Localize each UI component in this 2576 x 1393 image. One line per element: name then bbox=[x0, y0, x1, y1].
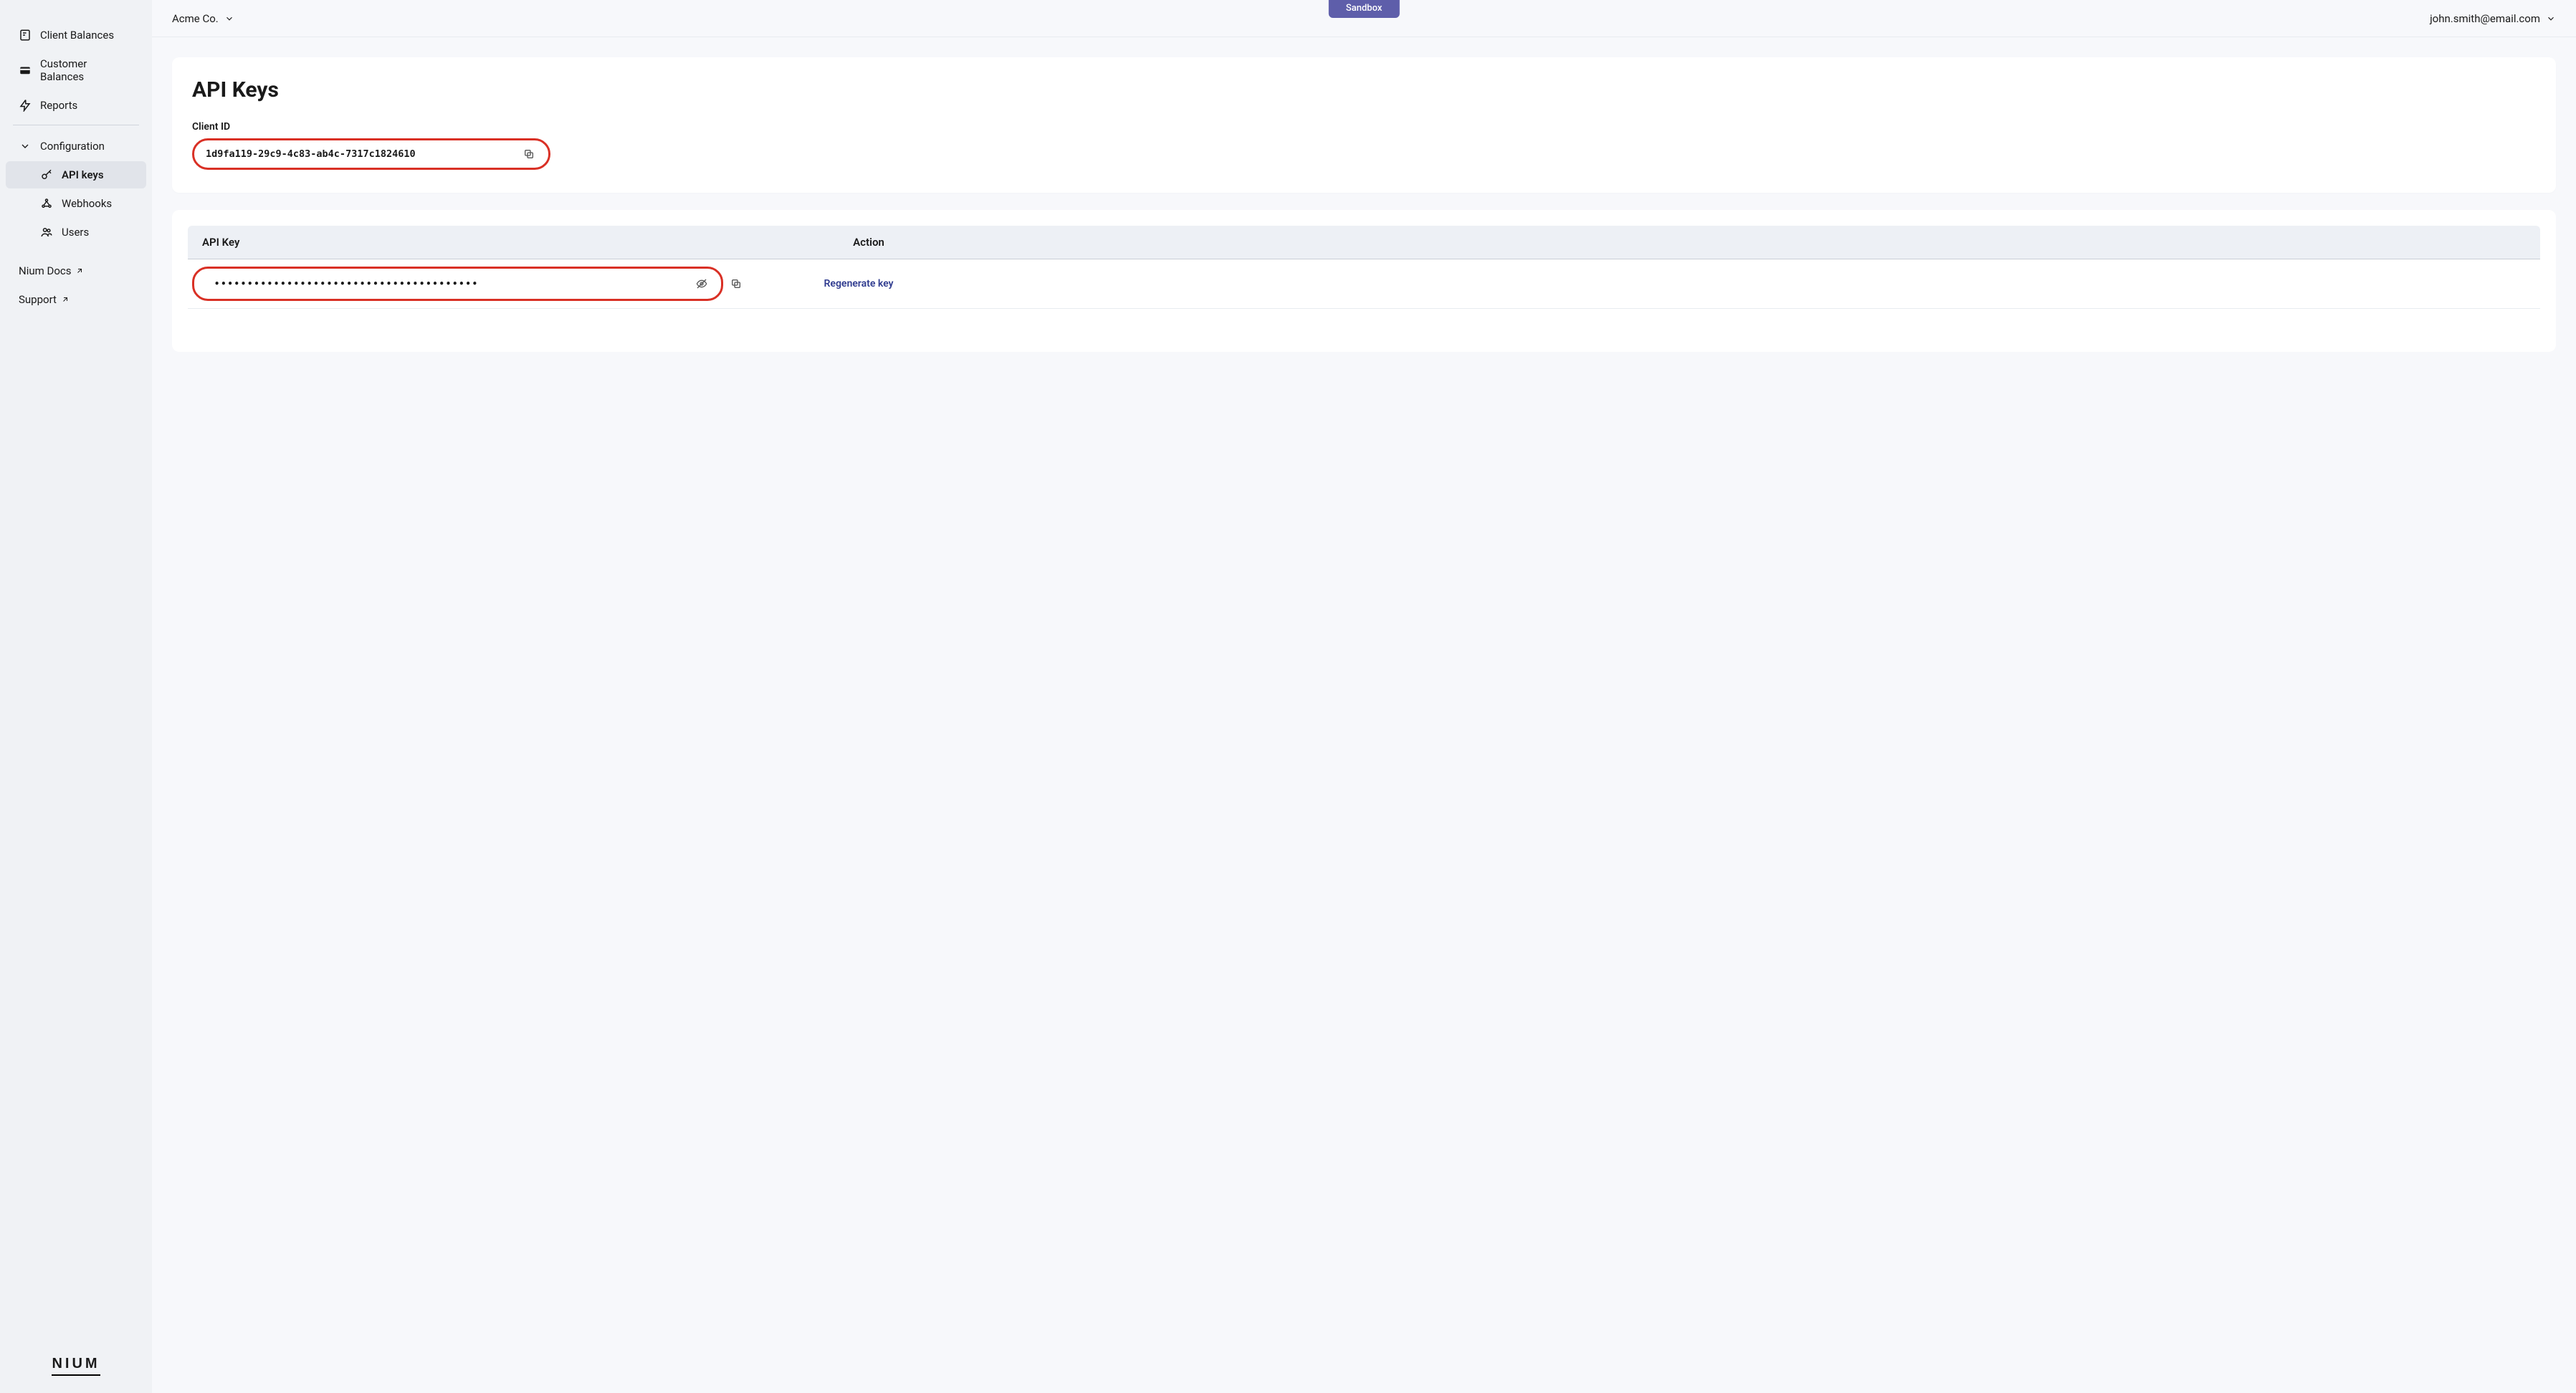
copy-icon bbox=[730, 278, 742, 289]
sidebar-item-users[interactable]: Users bbox=[6, 219, 146, 246]
copy-icon bbox=[523, 148, 535, 160]
user-menu[interactable]: john.smith@email.com bbox=[2430, 12, 2556, 25]
page-title: API Keys bbox=[192, 77, 2536, 102]
api-key-masked-value: •••••••••••••••••••••••••••••••••••••••• bbox=[206, 274, 688, 293]
sidebar-item-api-keys[interactable]: API keys bbox=[6, 161, 146, 188]
copy-client-id-button[interactable] bbox=[521, 146, 537, 162]
external-link-icon bbox=[61, 295, 70, 304]
sidebar-item-label: Reports bbox=[40, 99, 133, 112]
sidebar-item-configuration[interactable]: Configuration bbox=[6, 133, 146, 160]
toggle-visibility-button[interactable] bbox=[694, 276, 710, 292]
user-email: john.smith@email.com bbox=[2430, 12, 2540, 25]
table-header: API Key Action bbox=[188, 226, 2540, 259]
content-area: API Keys Client ID 1d9fa119-29c9-4c83-ab… bbox=[152, 37, 2576, 1393]
client-id-field: 1d9fa119-29c9-4c83-ab4c-7317c1824610 bbox=[196, 142, 547, 166]
sidebar-item-label: Customer Balances bbox=[40, 57, 133, 83]
api-key-field: •••••••••••••••••••••••••••••••••••••••• bbox=[196, 270, 720, 297]
column-header-action: Action bbox=[790, 236, 948, 249]
environment-badge: Sandbox bbox=[1329, 0, 1400, 18]
sidebar-item-label: Client Balances bbox=[40, 29, 133, 42]
main: Acme Co. Sandbox john.smith@email.com AP… bbox=[152, 0, 2576, 1393]
chevron-down-icon bbox=[224, 14, 234, 24]
eye-off-icon bbox=[696, 278, 707, 289]
sidebar-item-customer-balances[interactable]: Customer Balances bbox=[6, 50, 146, 90]
api-key-highlight: •••••••••••••••••••••••••••••••••••••••• bbox=[192, 267, 723, 301]
users-icon bbox=[40, 226, 53, 239]
sidebar-footer: NIUM bbox=[0, 1356, 152, 1376]
external-link-icon bbox=[75, 267, 84, 275]
sidebar-item-label: Webhooks bbox=[62, 197, 133, 210]
table-row: •••••••••••••••••••••••••••••••••••••••• bbox=[188, 259, 2540, 309]
sidebar-item-label: Configuration bbox=[40, 140, 133, 153]
client-id-card: API Keys Client ID 1d9fa119-29c9-4c83-ab… bbox=[172, 57, 2556, 193]
chevron-down-icon bbox=[19, 140, 32, 153]
copy-api-key-button[interactable] bbox=[729, 276, 744, 292]
sidebar-item-label: Users bbox=[62, 226, 133, 239]
bolt-icon bbox=[19, 99, 32, 112]
org-selector[interactable]: Acme Co. bbox=[172, 12, 234, 25]
wallet-icon bbox=[19, 64, 32, 77]
client-id-value: 1d9fa119-29c9-4c83-ab4c-7317c1824610 bbox=[206, 148, 515, 160]
client-id-highlight: 1d9fa119-29c9-4c83-ab4c-7317c1824610 bbox=[192, 138, 550, 170]
sidebar-link-nium-docs[interactable]: Nium Docs bbox=[6, 257, 146, 284]
org-name: Acme Co. bbox=[172, 12, 219, 25]
column-header-api-key: API Key bbox=[202, 236, 790, 249]
topbar: Acme Co. Sandbox john.smith@email.com bbox=[152, 0, 2576, 37]
link-label: Support bbox=[19, 293, 57, 306]
note-icon bbox=[19, 29, 32, 42]
webhook-icon bbox=[40, 197, 53, 210]
client-id-label: Client ID bbox=[192, 121, 2536, 133]
sidebar-item-client-balances[interactable]: Client Balances bbox=[6, 21, 146, 49]
sidebar-item-reports[interactable]: Reports bbox=[6, 92, 146, 119]
nium-logo: NIUM bbox=[52, 1356, 100, 1376]
chevron-down-icon bbox=[2546, 14, 2556, 24]
key-icon bbox=[40, 168, 53, 181]
sidebar-item-label: API keys bbox=[62, 168, 133, 181]
regenerate-key-link[interactable]: Regenerate key bbox=[824, 278, 894, 289]
api-key-table-card: API Key Action •••••••••••••••••••••••••… bbox=[172, 210, 2556, 352]
link-label: Nium Docs bbox=[19, 264, 71, 277]
sidebar-link-support[interactable]: Support bbox=[6, 286, 146, 313]
sidebar-item-webhooks[interactable]: Webhooks bbox=[6, 190, 146, 217]
sidebar: Client Balances Customer Balances Report… bbox=[0, 0, 152, 1393]
